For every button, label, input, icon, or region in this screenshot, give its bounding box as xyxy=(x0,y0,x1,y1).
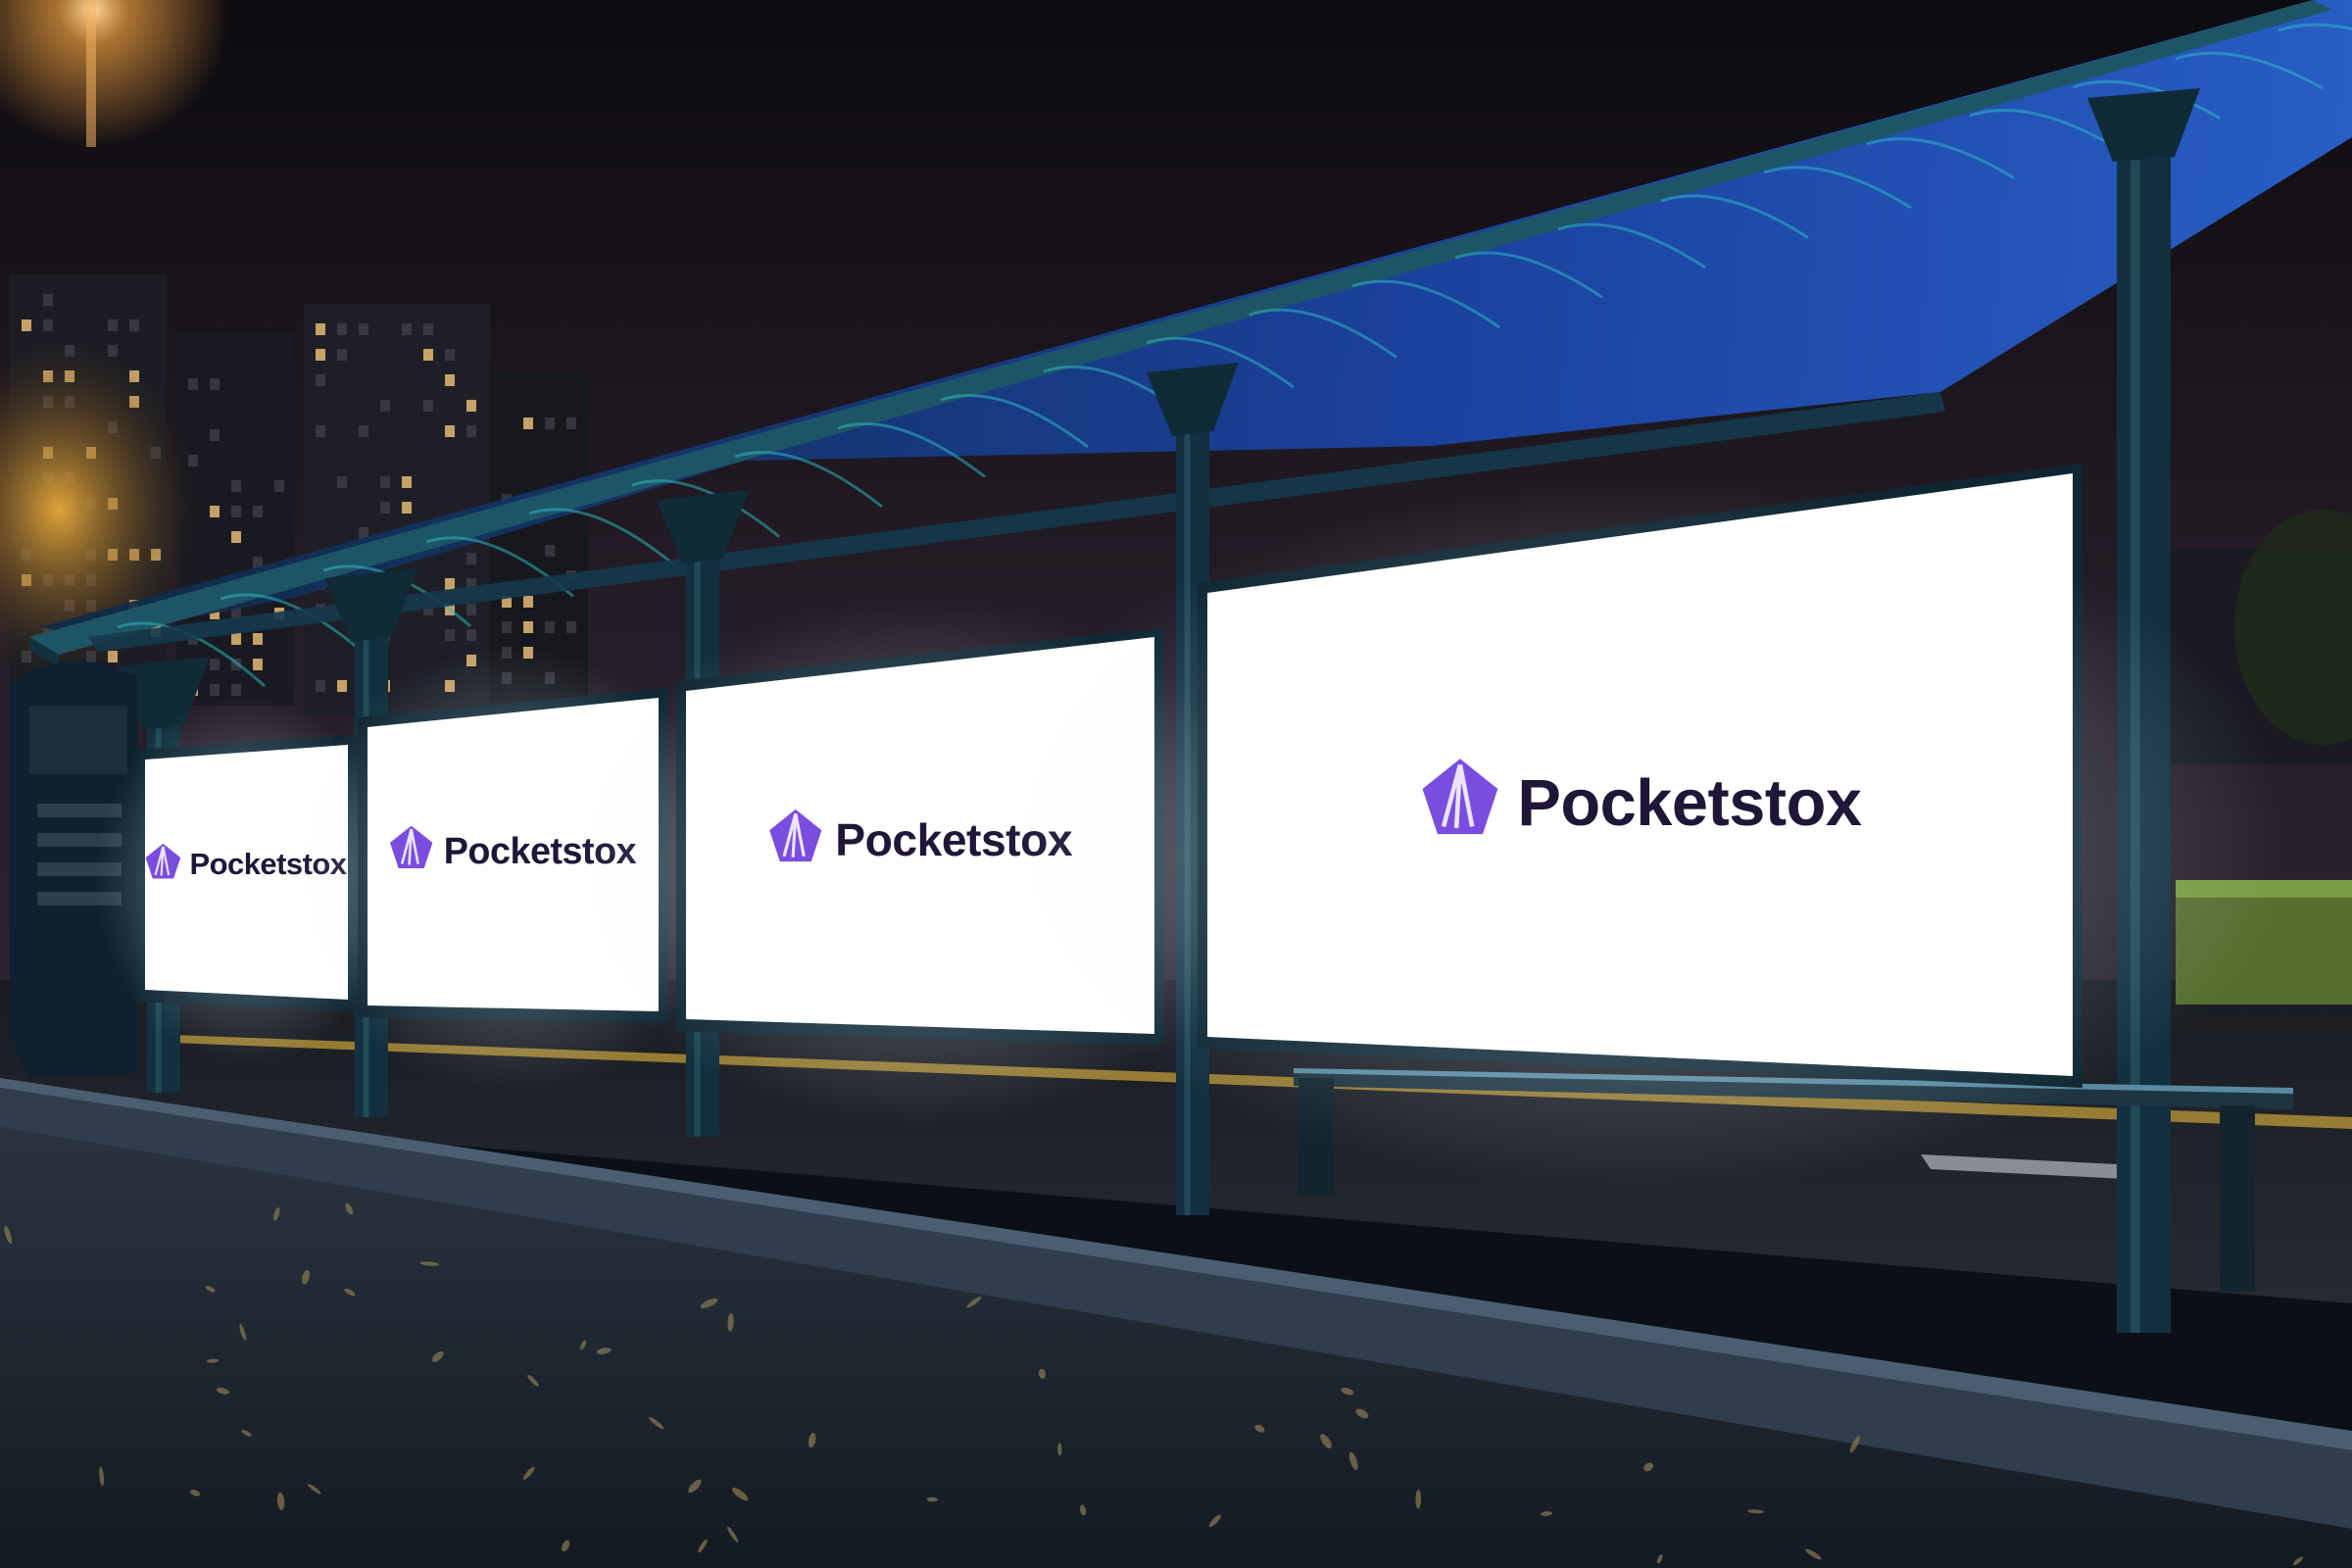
building-window xyxy=(445,425,455,437)
building-window xyxy=(337,476,347,488)
building-window xyxy=(466,425,476,437)
building-window xyxy=(274,480,284,492)
building-window xyxy=(380,400,390,412)
brand-wordmark: Pocketstox xyxy=(1517,767,1862,840)
building-window xyxy=(129,319,139,331)
building-window xyxy=(359,323,368,335)
lamp-ray xyxy=(86,0,96,147)
building-window xyxy=(445,629,455,641)
building-window xyxy=(523,417,533,429)
building-window xyxy=(523,621,533,633)
building-window xyxy=(545,545,555,557)
building-window xyxy=(566,417,576,429)
building-window xyxy=(402,323,412,335)
building-window xyxy=(402,502,412,514)
building-window xyxy=(43,319,53,331)
building-window xyxy=(231,480,241,492)
building-window xyxy=(445,349,455,361)
building-window xyxy=(316,374,325,386)
building-window xyxy=(43,294,53,306)
building-window xyxy=(316,349,325,361)
bus-shelter-scene: Pocketstox Pocketstox Pocketstox Pocketstox xyxy=(0,0,2352,1568)
building-window xyxy=(545,621,555,633)
building-window xyxy=(210,684,220,696)
building-window xyxy=(523,596,533,608)
building-window xyxy=(337,349,347,361)
building-window xyxy=(337,323,347,335)
building-window xyxy=(445,578,455,590)
building-window xyxy=(231,684,241,696)
building-window xyxy=(466,629,476,641)
building-window xyxy=(445,374,455,386)
building-window xyxy=(231,633,241,645)
building-window xyxy=(423,400,433,412)
building-window xyxy=(337,680,347,692)
building-window xyxy=(253,506,263,517)
building-window xyxy=(380,476,390,488)
building-window xyxy=(188,378,198,390)
building-window xyxy=(466,400,476,412)
building-window xyxy=(108,319,118,331)
building-window xyxy=(316,323,325,335)
building-window xyxy=(402,476,412,488)
building-window xyxy=(545,417,555,429)
building-window xyxy=(359,425,368,437)
building-window xyxy=(210,429,220,441)
building-window xyxy=(466,604,476,615)
building-window xyxy=(423,349,433,361)
building-window xyxy=(253,659,263,670)
building-window xyxy=(316,425,325,437)
building-window xyxy=(210,378,220,390)
building-window xyxy=(566,621,576,633)
building-window xyxy=(231,531,241,543)
building-window xyxy=(253,633,263,645)
building-window xyxy=(231,506,241,517)
building-window xyxy=(22,319,31,331)
building-window xyxy=(466,553,476,564)
building-window xyxy=(316,680,325,692)
building-window xyxy=(210,659,220,670)
building-window xyxy=(423,323,433,335)
building-window xyxy=(380,502,390,514)
building-window xyxy=(502,621,512,633)
building-window xyxy=(210,506,220,517)
